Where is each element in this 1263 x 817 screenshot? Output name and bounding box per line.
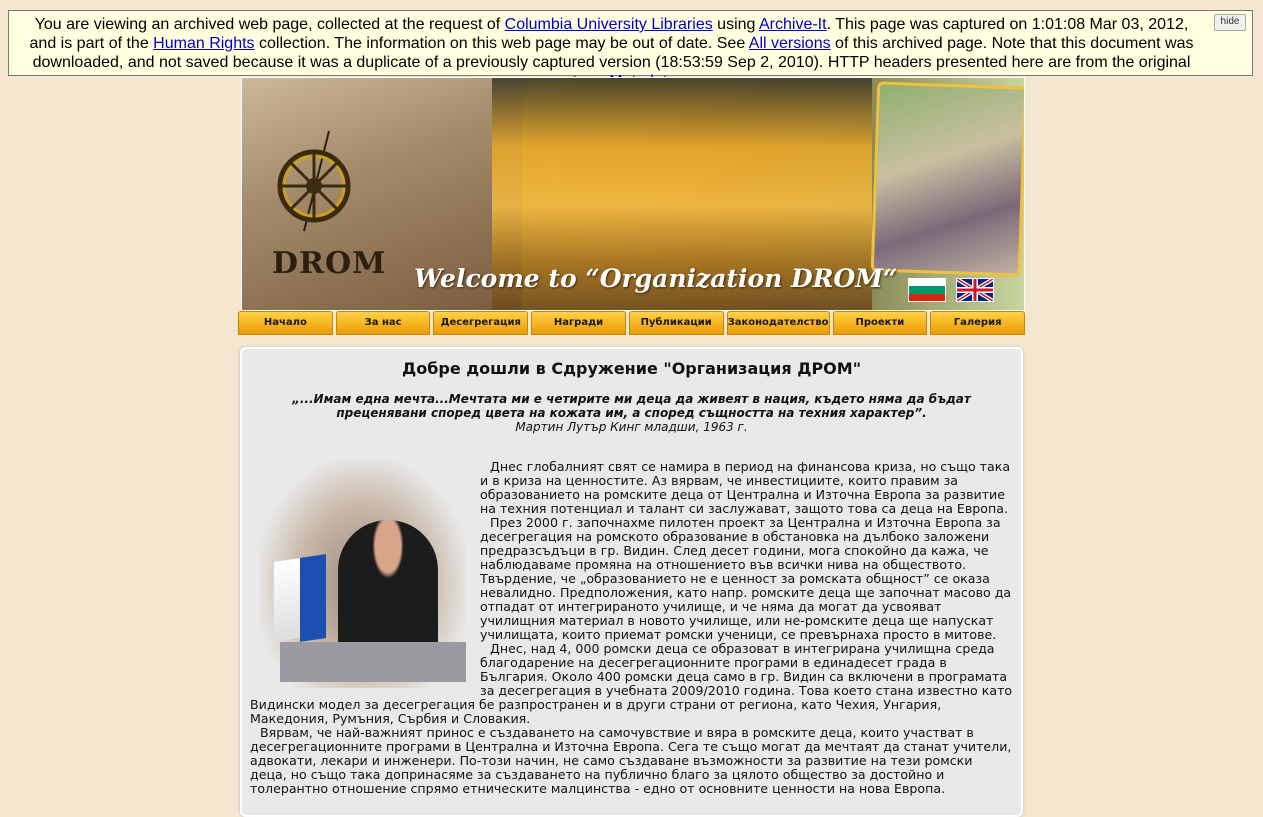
human-rights-link[interactable]: Human Rights [153,35,254,52]
nav-awards[interactable]: Награди [531,311,626,335]
banner-text-4: collection. The information on this web … [254,35,749,52]
nav-publications[interactable]: Публикации [628,311,724,335]
bulgarian-flag-icon[interactable] [908,278,946,302]
paragraph: Вярвам, че най-важният принос е създаван… [250,725,1012,796]
director-photo [260,460,466,688]
nav-home[interactable]: Начало [238,311,333,335]
drom-logo-text: DROM [272,246,387,281]
hide-button[interactable]: hide [1214,14,1246,31]
nav-legislation[interactable]: Законодателство [726,311,830,335]
nav-about[interactable]: За нас [335,311,431,335]
header-banner-image: DROM Welcome to “Organization DROM“ [241,77,1025,311]
page-title: Добре дошли в Сдружение "Организация ДРО… [401,359,862,378]
all-versions-link[interactable]: All versions [749,35,831,52]
nav-projects[interactable]: Проекти [832,311,928,335]
wagon-wheel-icon [277,130,351,232]
archive-it-link[interactable]: Archive-It [759,16,827,33]
main-nav: Начало За нас Десегрегация Награди Публи… [238,311,1025,335]
banner-text-1: You are viewing an archived web page, co… [34,16,505,33]
archive-banner: You are viewing an archived web page, co… [8,10,1253,90]
mlk-quote: „...Имам една мечта...Мечтата ми е четир… [292,392,971,420]
girls-photo [870,81,1024,277]
banner-text-2: using [712,16,759,33]
columbia-link[interactable]: Columbia University Libraries [505,16,713,33]
nav-desegregation[interactable]: Десегрегация [433,311,529,335]
welcome-heading: Welcome to “Organization DROM“ [414,264,898,293]
quote-author: Мартин Лутър Кинг младши, 1963 г. [515,420,748,434]
main-content: Добре дошли в Сдружение "Организация ДРО… [240,347,1023,817]
nav-gallery[interactable]: Галерия [930,311,1025,335]
uk-flag-icon[interactable] [956,278,994,302]
